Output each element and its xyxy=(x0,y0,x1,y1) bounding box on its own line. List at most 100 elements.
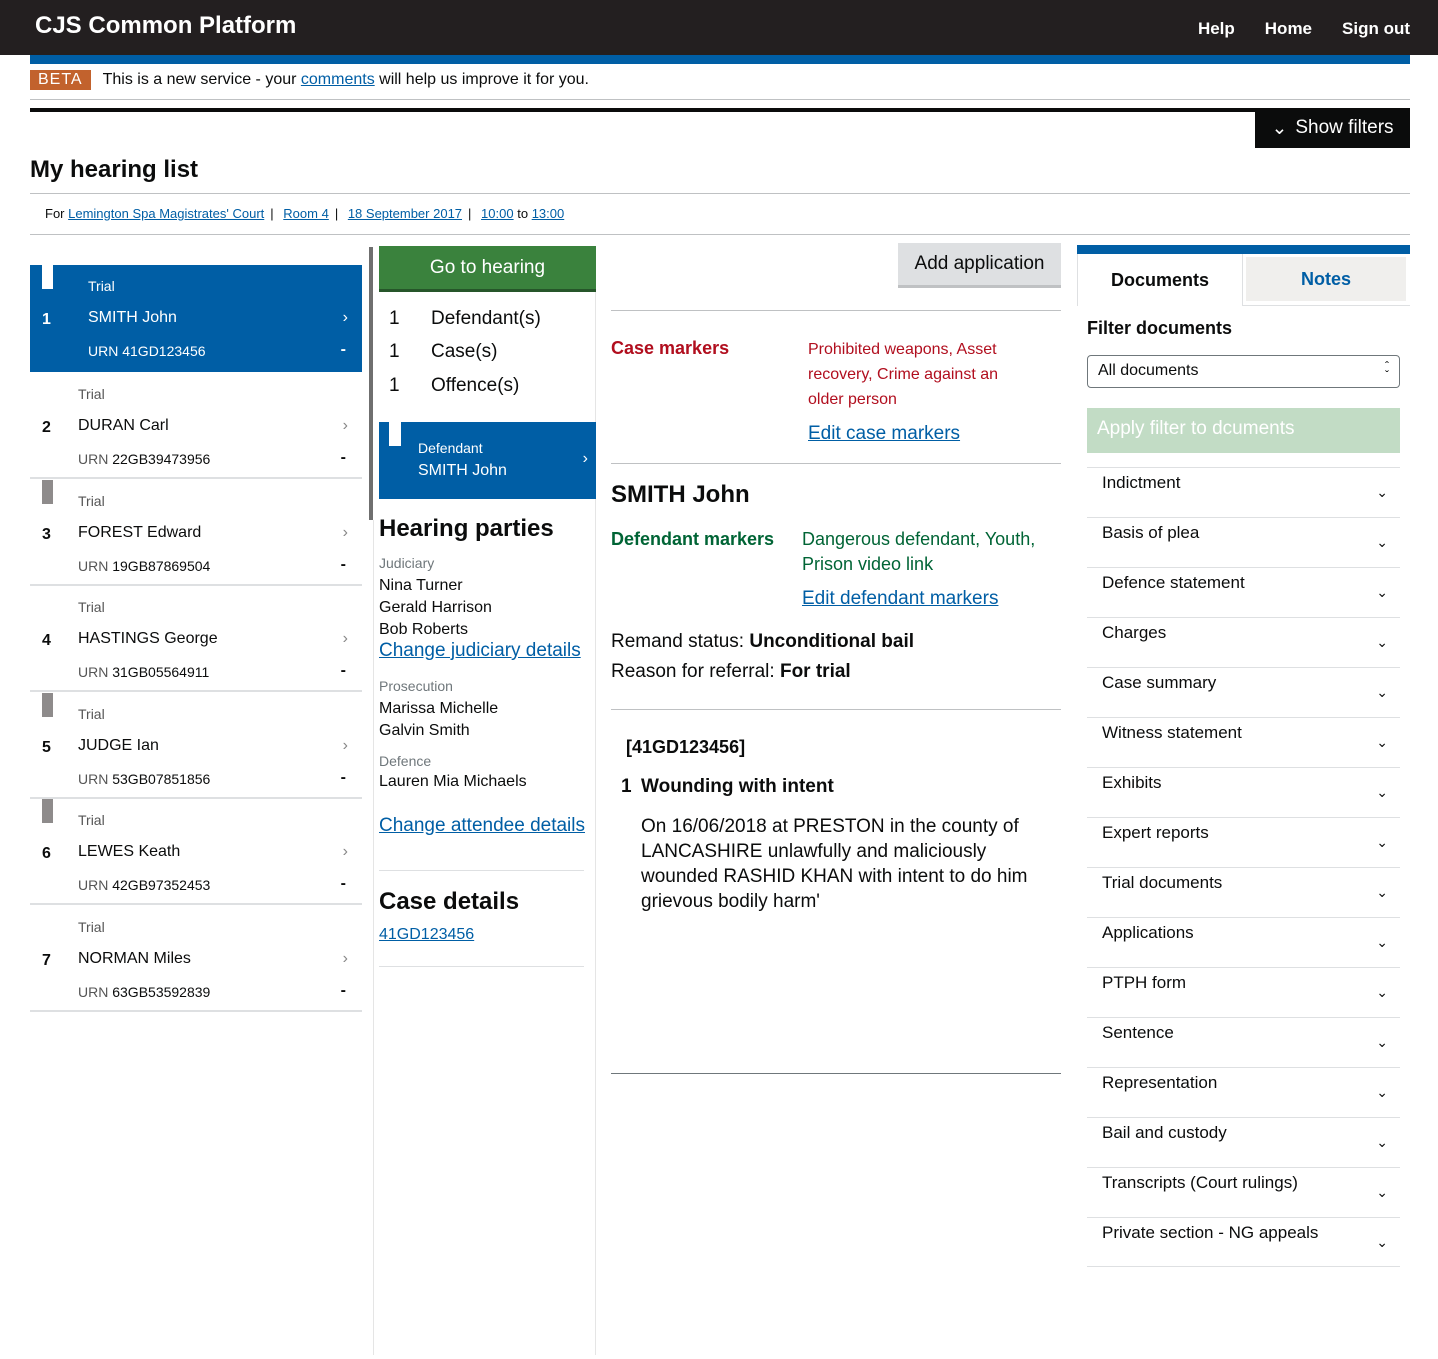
nav-help[interactable]: Help xyxy=(1198,19,1235,39)
go-to-hearing-button[interactable]: Go to hearing xyxy=(379,246,596,292)
end-time-link[interactable]: 13:00 xyxy=(532,206,565,221)
document-category[interactable]: Expert reports ⌄ xyxy=(1087,817,1400,867)
chevron-down-icon: ⌄ xyxy=(1376,1034,1388,1050)
hearing-list-item[interactable]: Trial 5 JUDGE Ian URN 53GB07851856 › - xyxy=(30,692,362,799)
court-link[interactable]: Lemington Spa Magistrates' Court xyxy=(68,206,264,221)
hearing-list-item[interactable]: Trial 3 FOREST Edward URN 19GB87869504 ›… xyxy=(30,479,362,586)
document-category[interactable]: Basis of plea ⌄ xyxy=(1087,517,1400,567)
urn-value: 19GB87869504 xyxy=(112,557,211,574)
document-category[interactable]: Charges ⌄ xyxy=(1087,617,1400,667)
document-category[interactable]: Indictment ⌄ xyxy=(1087,467,1400,517)
urn-value: 53GB07851856 xyxy=(112,770,211,787)
defendant-marker-line: Dangerous defendant, Youth, xyxy=(802,529,1036,549)
document-category[interactable]: Defence statement ⌄ xyxy=(1087,567,1400,617)
count: 1 xyxy=(389,341,400,362)
count: 1 xyxy=(389,308,400,329)
chevron-down-icon: ⌄ xyxy=(1376,984,1388,1000)
tab-documents[interactable]: Documents xyxy=(1077,254,1243,306)
dash: - xyxy=(340,341,346,358)
defendant-markers-label: Defendant markers xyxy=(611,529,775,549)
comments-link[interactable]: comments xyxy=(301,71,375,89)
hearing-number: 2 xyxy=(42,419,51,436)
status-marker xyxy=(42,479,53,504)
apply-filter-button[interactable]: Apply filter to dcuments xyxy=(1087,408,1400,453)
chevron-right-icon: › xyxy=(342,523,348,541)
count-label: Case(s) xyxy=(431,341,498,362)
judge-name: Gerald Harrison xyxy=(379,599,492,616)
date-link[interactable]: 18 September 2017 xyxy=(348,206,462,221)
hearing-list-item[interactable]: Trial 6 LEWES Keath URN 42GB97352453 › - xyxy=(30,799,362,905)
divider xyxy=(30,234,1410,235)
document-filter-select[interactable]: All documents ˆ ˇ xyxy=(1087,355,1400,388)
case-link[interactable]: 41GD123456 xyxy=(379,926,474,944)
nav-sign-out[interactable]: Sign out xyxy=(1342,19,1410,39)
divider-thick xyxy=(30,108,1410,112)
beta-text: This is a new service - your xyxy=(102,71,301,88)
defendant-name: NORMAN Miles xyxy=(78,949,191,967)
defendant-selector[interactable]: Defendant SMITH John › xyxy=(379,422,596,499)
document-category[interactable]: Transcripts (Court rulings) ⌄ xyxy=(1087,1167,1400,1217)
brand-title[interactable]: CJS Common Platform xyxy=(35,12,296,40)
hearing-type: Trial xyxy=(88,278,115,294)
chevron-right-icon: › xyxy=(342,630,348,647)
tab-notes[interactable]: Notes xyxy=(1246,257,1406,301)
urn-value: 41GD123456 xyxy=(122,343,206,359)
offence-number: 1 xyxy=(621,776,632,797)
change-attendee-link[interactable]: Change attendee details xyxy=(379,815,585,837)
chevron-down-icon: ⌄ xyxy=(1376,1234,1388,1250)
document-category-label: Exhibits xyxy=(1102,773,1162,792)
hearing-urn: URN 63GB53592839 xyxy=(78,984,210,1000)
document-category-label: Indictment xyxy=(1102,473,1181,492)
edit-defendant-markers-link[interactable]: Edit defendant markers xyxy=(802,588,998,610)
document-category[interactable]: PTPH form ⌄ xyxy=(1087,967,1400,1017)
nav-home[interactable]: Home xyxy=(1265,19,1312,39)
document-category-label: PTPH form xyxy=(1102,973,1187,992)
chevron-right-icon: › xyxy=(342,843,348,860)
urn-label: URN xyxy=(78,770,109,787)
document-category[interactable]: Witness statement ⌄ xyxy=(1087,717,1400,767)
hearing-list-item[interactable]: Trial 4 HASTINGS George URN 31GB05564911… xyxy=(30,586,362,692)
add-application-button[interactable]: Add application xyxy=(898,243,1061,288)
document-category[interactable]: Case summary ⌄ xyxy=(1087,667,1400,717)
room-link[interactable]: Room 4 xyxy=(283,206,329,221)
document-category[interactable]: Sentence ⌄ xyxy=(1087,1017,1400,1067)
chevron-right-icon: › xyxy=(342,736,348,754)
chevron-down-icon: ⌄ xyxy=(1271,117,1288,139)
document-category[interactable]: Representation ⌄ xyxy=(1087,1067,1400,1117)
judge-name: Bob Roberts xyxy=(379,621,468,638)
case-details-heading: Case details xyxy=(379,888,520,915)
urn-value: 63GB53592839 xyxy=(112,983,211,1000)
document-category-label: Bail and custody xyxy=(1102,1123,1227,1142)
chevron-down-icon: ⌄ xyxy=(1376,734,1388,750)
filter-documents-heading: Filter documents xyxy=(1087,318,1233,338)
change-judiciary-link[interactable]: Change judiciary details xyxy=(379,640,581,662)
hearing-list-item[interactable]: Trial 2 DURAN Carl URN 22GB39473956 › - xyxy=(30,373,362,479)
hearing-type: Trial xyxy=(78,492,105,509)
defendant-name: FOREST Edward xyxy=(78,523,202,541)
defendant-name: DURAN Carl xyxy=(78,417,169,434)
offence-count: 1 Offence(s) xyxy=(389,375,519,397)
defence-label: Defence xyxy=(379,753,432,769)
select-arrows-icon: ˆˇ xyxy=(1385,359,1389,382)
count-label: Offence(s) xyxy=(431,375,520,396)
dash: - xyxy=(340,875,346,892)
hearing-number: 7 xyxy=(42,951,51,969)
scrollbar[interactable] xyxy=(369,247,373,520)
defendant-label: Defendant xyxy=(418,440,483,456)
document-category[interactable]: Trial documents ⌄ xyxy=(1087,867,1400,917)
hearing-list-item[interactable]: Trial 7 NORMAN Miles URN 63GB53592839 › … xyxy=(30,906,362,1012)
start-time-link[interactable]: 10:00 xyxy=(481,206,514,221)
document-category-label: Private section - NG appeals xyxy=(1102,1223,1319,1242)
hearing-number: 6 xyxy=(42,845,51,862)
document-category[interactable]: Applications ⌄ xyxy=(1087,917,1400,967)
edit-case-markers-link[interactable]: Edit case markers xyxy=(808,423,960,445)
document-category[interactable]: Bail and custody ⌄ xyxy=(1087,1117,1400,1167)
urn-value: 22GB39473956 xyxy=(112,451,211,467)
chevron-right-icon: › xyxy=(342,309,348,326)
dash: - xyxy=(340,662,346,679)
show-filters-button[interactable]: ⌄ Show filters xyxy=(1255,108,1410,148)
document-category[interactable]: Exhibits ⌄ xyxy=(1087,767,1400,817)
chevron-down-icon: ⌄ xyxy=(1376,534,1388,550)
hearing-list-item[interactable]: Trial 1 SMITH John URN 41GD123456 › - xyxy=(30,265,362,372)
document-category[interactable]: Private section - NG appeals ⌄ xyxy=(1087,1217,1400,1267)
